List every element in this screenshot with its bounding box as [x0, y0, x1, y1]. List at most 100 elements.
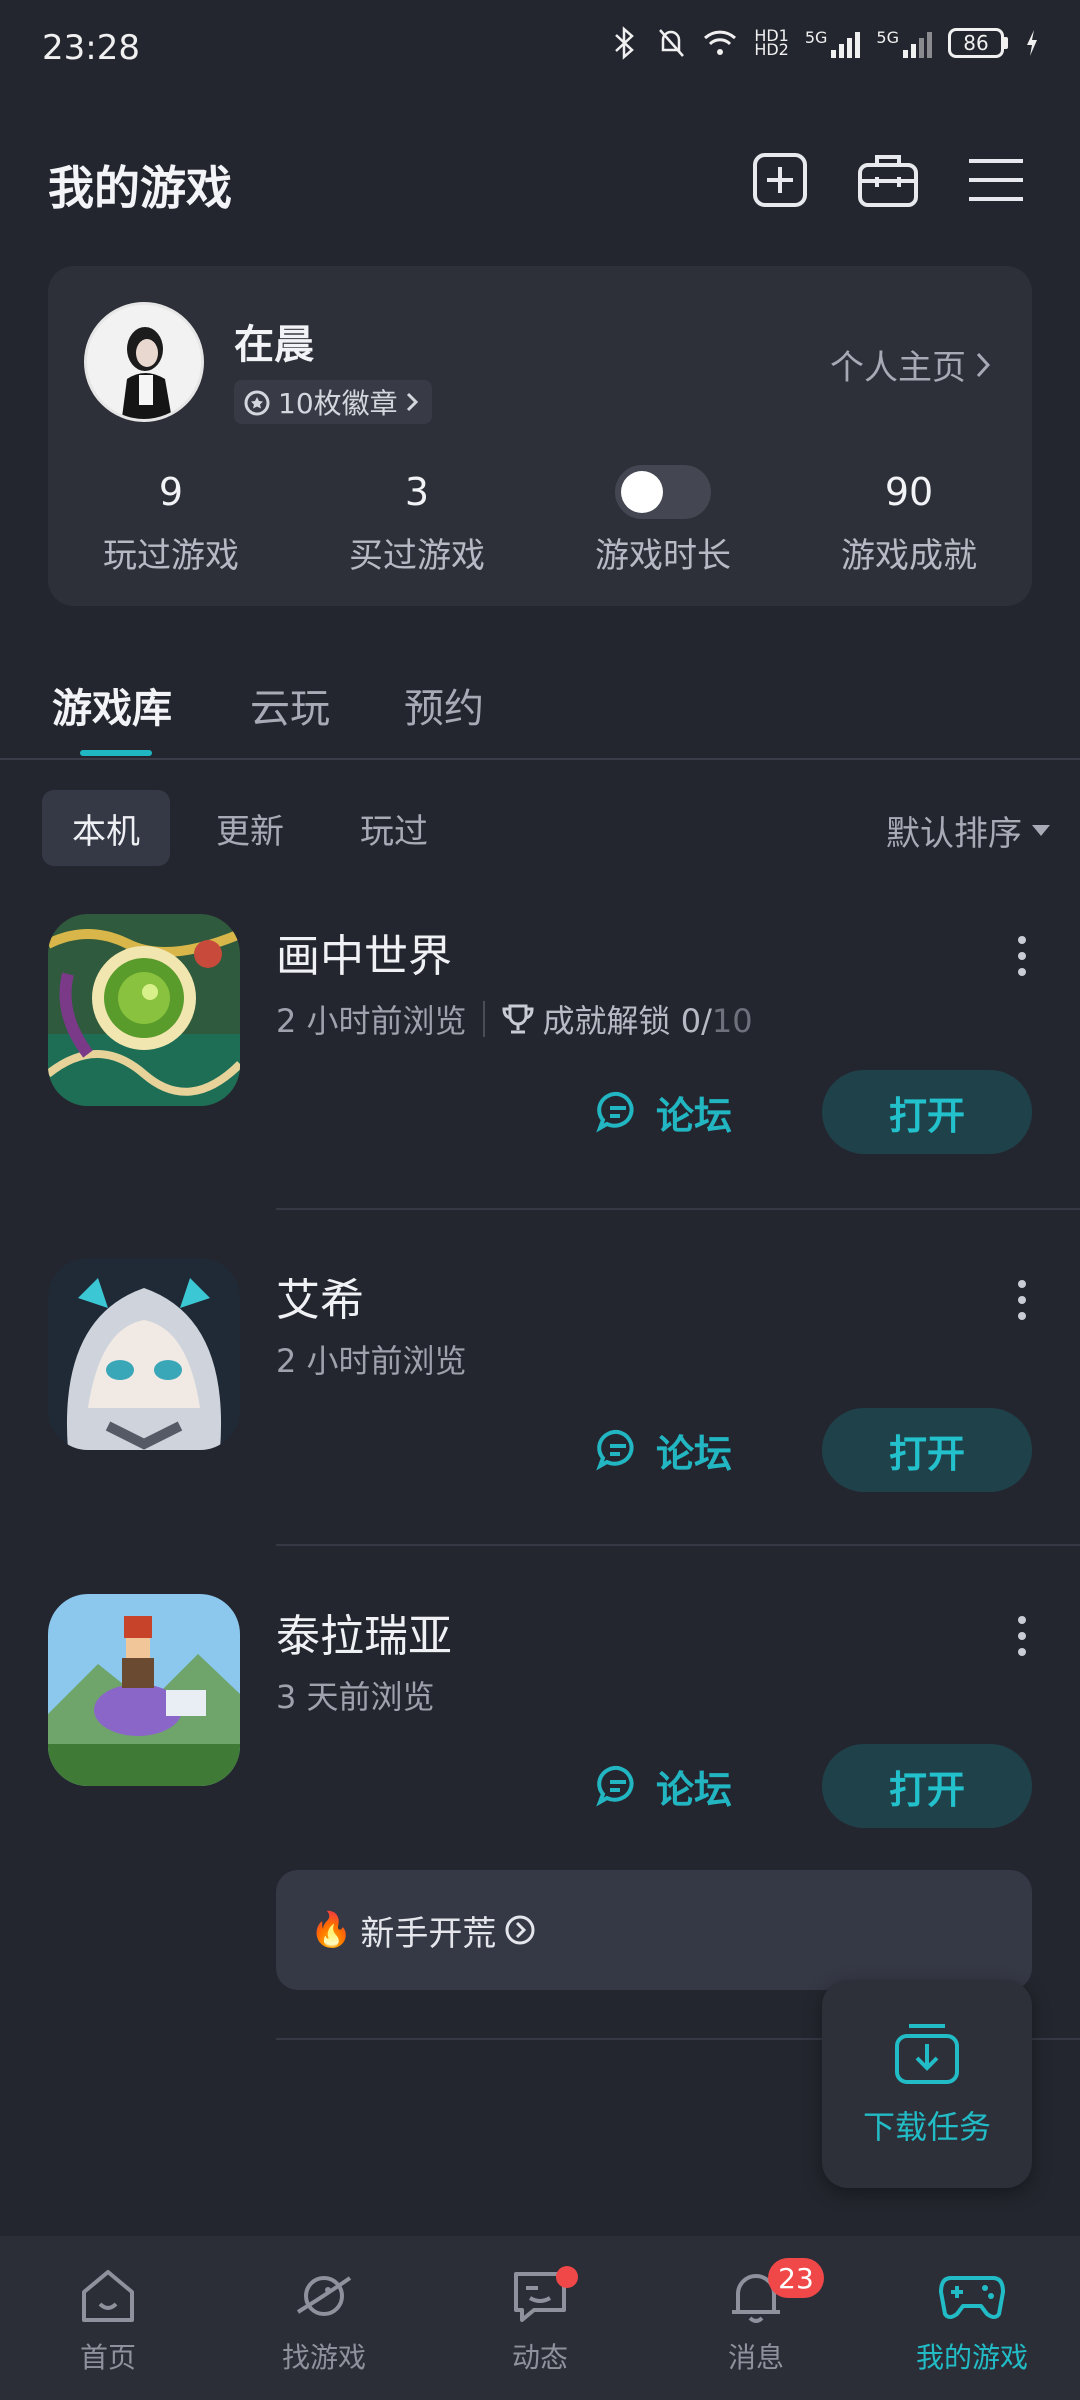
chevron-right-icon [976, 352, 991, 377]
network-label-1: 5G [804, 28, 828, 47]
stat-label: 玩过游戏 [103, 536, 239, 576]
stat-playtime[interactable]: 游戏时长 [540, 465, 786, 577]
menu-icon [969, 159, 1023, 201]
badges-chip[interactable]: 10枚徽章 [234, 380, 432, 424]
nav-label: 首页 [79, 2341, 136, 2374]
stat-label: 游戏成就 [841, 536, 977, 576]
tabs-divider [0, 758, 1080, 760]
game-icon-gorogoa[interactable] [48, 914, 240, 1106]
download-tasks-button[interactable]: 下载任务 [822, 1980, 1032, 2188]
forum-button[interactable]: 论坛 [594, 1082, 732, 1142]
homepage-link[interactable]: 个人主页 [830, 340, 992, 389]
arrow-circle-right-icon [505, 1915, 535, 1945]
newbie-guide-card[interactable]: 🔥 新手开荒 [276, 1870, 1032, 1990]
battery-icon: 86 [948, 28, 1008, 58]
tab-cloud-play[interactable]: 云玩 [250, 676, 330, 734]
forum-label: 论坛 [656, 1431, 733, 1476]
more-options-button[interactable] [1012, 1616, 1032, 1656]
terraria-icon [48, 1594, 240, 1786]
forum-label: 论坛 [656, 1093, 733, 1138]
medal-icon [244, 390, 270, 416]
game-name[interactable]: 泰拉瑞亚 [276, 1600, 452, 1664]
toolbox-button[interactable] [856, 148, 920, 212]
caret-down-icon [1032, 825, 1050, 836]
gamepad-icon [939, 2276, 1005, 2319]
username: 在晨 [234, 322, 314, 368]
forum-button[interactable]: 论坛 [594, 1420, 732, 1480]
gorogoa-icon [48, 914, 240, 1106]
more-options-button[interactable] [1012, 936, 1032, 976]
status-icons: HD1 HD2 5G 5G 86 [610, 26, 1040, 60]
sort-dropdown[interactable]: 默认排序 [886, 806, 1050, 855]
newbie-label: 新手开荒 [360, 1913, 497, 1954]
hd-label: HD1 HD2 [754, 28, 789, 59]
nav-feed[interactable]: 动态 [432, 2236, 648, 2400]
forum-icon [596, 1429, 634, 1471]
stat-played[interactable]: 9 玩过游戏 [48, 468, 294, 577]
homepage-label: 个人主页 [830, 348, 966, 388]
forum-icon [596, 1091, 634, 1133]
stat-label: 买过游戏 [349, 536, 485, 576]
mute-bell-icon [659, 29, 685, 57]
signal-bars-icon [831, 28, 861, 58]
nav-label: 找游戏 [281, 2341, 366, 2374]
hd2-label: HD2 [754, 40, 789, 59]
stat-value: 9 [158, 470, 184, 514]
nav-messages[interactable]: 23 消息 [648, 2236, 864, 2400]
wifi-icon [704, 30, 737, 55]
achievement-label: 成就解锁 [542, 1002, 671, 1040]
open-game-button[interactable]: 打开 [822, 1408, 1032, 1492]
achievement-total: 10 [711, 1002, 753, 1040]
trophy-icon [502, 1004, 534, 1034]
nav-label: 动态 [511, 2341, 568, 2374]
filter-local[interactable]: 本机 [42, 790, 170, 866]
meta-divider [482, 1001, 485, 1037]
forum-button[interactable]: 论坛 [594, 1756, 732, 1816]
item-divider [276, 1208, 1080, 1210]
game-name[interactable]: 画中世界 [276, 920, 452, 984]
item-divider [276, 1544, 1080, 1546]
avatar[interactable] [84, 302, 204, 422]
game-name[interactable]: 艾希 [276, 1264, 364, 1328]
network-label-2: 5G [876, 28, 899, 47]
tab-game-library[interactable]: 游戏库 [52, 676, 172, 734]
add-square-icon [753, 153, 807, 207]
open-game-button[interactable]: 打开 [822, 1744, 1032, 1828]
page-title: 我的游戏 [48, 161, 232, 215]
signal-2: 5G [876, 28, 932, 58]
achievement-progress: 0/ [680, 1002, 712, 1040]
stat-achievements[interactable]: 90 游戏成就 [786, 468, 1032, 577]
sort-label: 默认排序 [886, 814, 1022, 854]
nav-find-games[interactable]: 找游戏 [216, 2236, 432, 2400]
bluetooth-icon [615, 26, 635, 60]
unread-count-badge: 23 [768, 2258, 824, 2298]
stat-value: 3 [404, 470, 430, 514]
signal-1: 5G [805, 28, 861, 58]
stat-bought[interactable]: 3 买过游戏 [294, 468, 540, 577]
toolbox-icon [858, 155, 918, 207]
forum-label: 论坛 [656, 1767, 733, 1812]
menu-button[interactable] [964, 148, 1028, 212]
stat-label: 游戏时长 [595, 536, 731, 576]
open-game-button[interactable]: 打开 [822, 1070, 1032, 1154]
game-icon-terraria[interactable] [48, 1594, 240, 1786]
forum-icon [596, 1765, 634, 1807]
notification-dot [556, 2266, 578, 2288]
filter-updates[interactable]: 更新 [186, 790, 314, 866]
download-tasks-label: 下载任务 [862, 2108, 991, 2146]
playtime-toggle[interactable] [615, 465, 711, 519]
nav-label: 消息 [727, 2341, 784, 2374]
planet-icon [296, 2276, 352, 2316]
ash-icon [48, 1258, 240, 1450]
nav-home[interactable]: 首页 [0, 2236, 216, 2400]
download-icon [895, 2024, 959, 2084]
game-meta: 2 小时前浏览 [276, 1336, 467, 1382]
tab-reservations[interactable]: 预约 [404, 676, 484, 734]
filter-played[interactable]: 玩过 [330, 790, 458, 866]
more-options-button[interactable] [1012, 1280, 1032, 1320]
charging-icon [1027, 30, 1037, 56]
status-time: 23:28 [42, 28, 140, 68]
nav-my-games[interactable]: 我的游戏 [864, 2236, 1080, 2400]
add-game-button[interactable] [748, 148, 812, 212]
game-icon-ash[interactable] [48, 1258, 240, 1450]
